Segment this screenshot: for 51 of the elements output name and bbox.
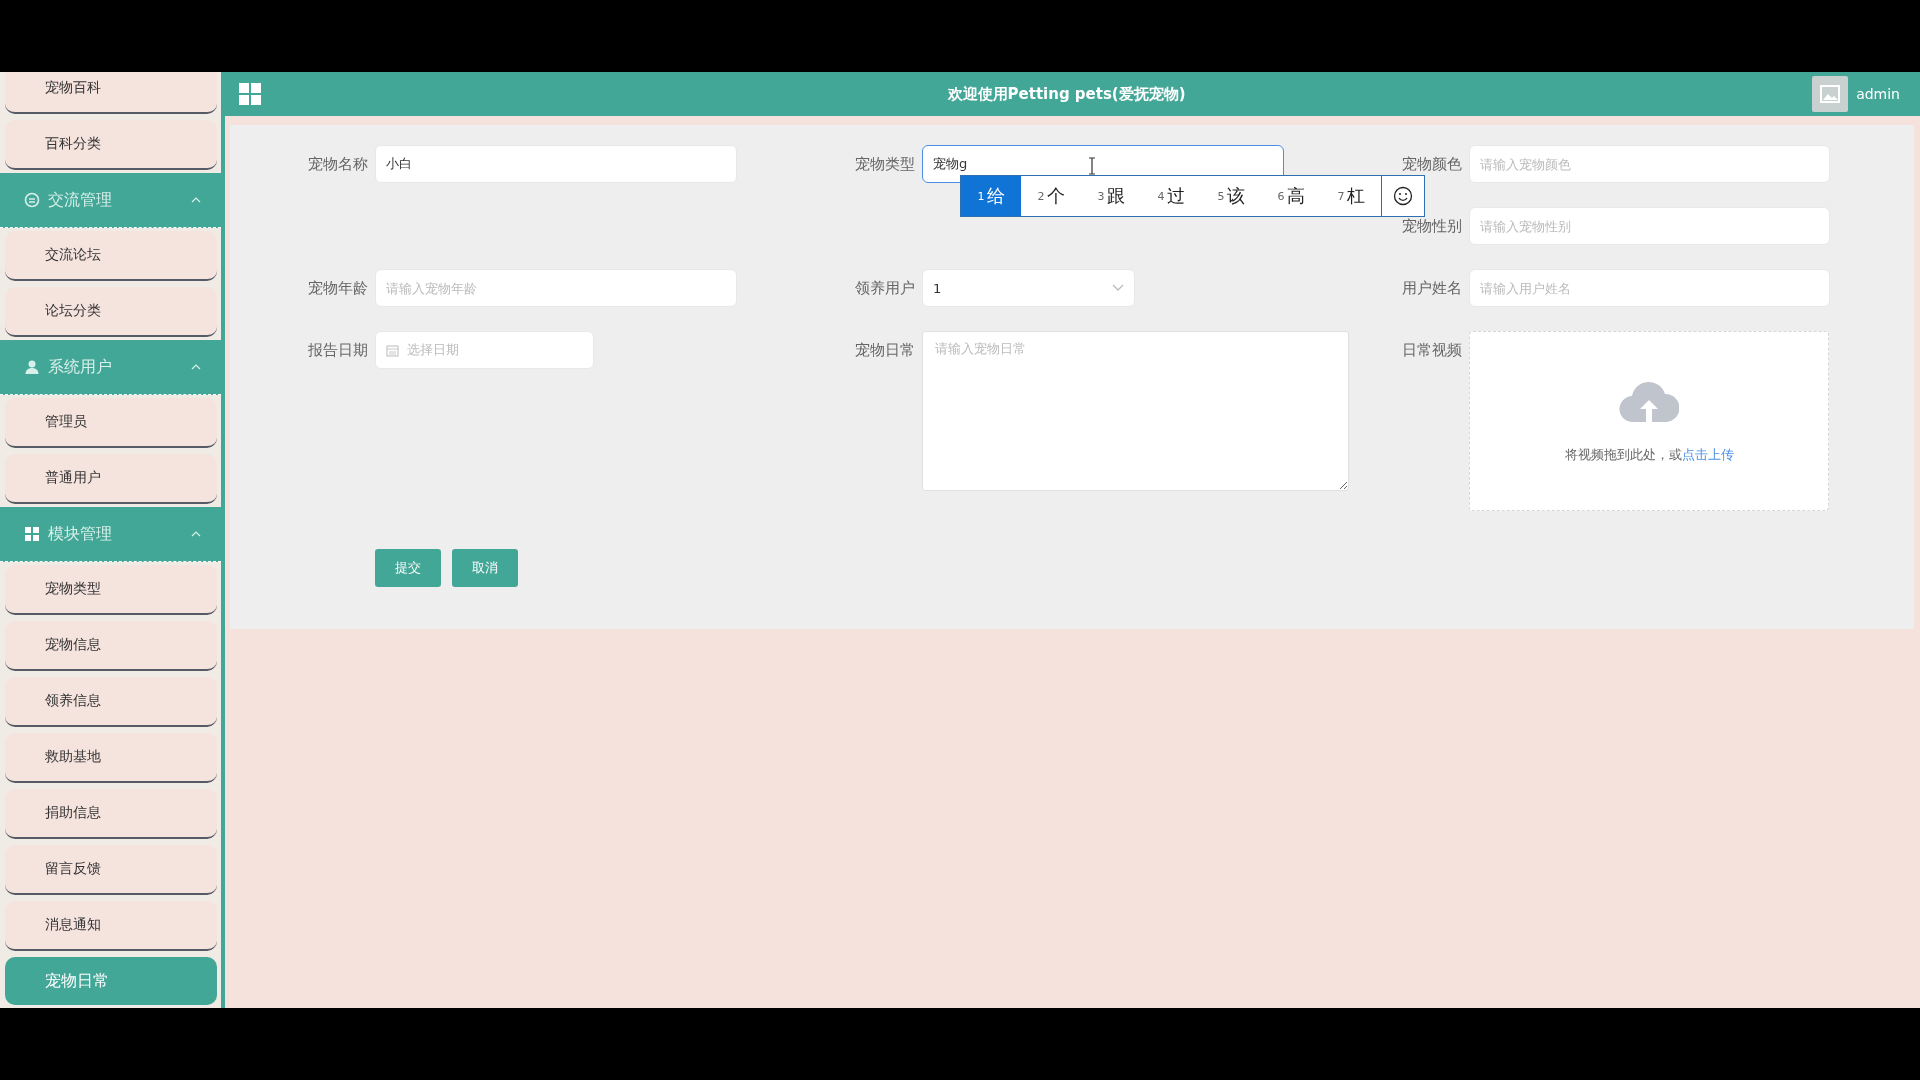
- sidebar-item[interactable]: 管理员: [5, 398, 217, 448]
- sidebar-item[interactable]: 消息通知: [5, 901, 217, 951]
- textarea-field[interactable]: 请输入宠物日常: [922, 331, 1349, 491]
- sidebar-item[interactable]: 宠物百科: [5, 72, 217, 114]
- chevron-up-icon: [191, 197, 201, 203]
- sidebar-item[interactable]: 宠物类型: [5, 565, 217, 615]
- smiley-icon: [1393, 186, 1413, 206]
- sidebar-item[interactable]: 领养信息: [5, 677, 217, 727]
- select-field[interactable]: 1: [922, 269, 1135, 307]
- user-name: admin: [1856, 86, 1900, 102]
- upload-area[interactable]: 将视频拖到此处，或点击上传: [1469, 331, 1829, 511]
- group-label: 交流管理: [48, 189, 113, 211]
- field-label: 宠物日常: [854, 340, 915, 361]
- group-label: 系统用户: [48, 356, 113, 378]
- user-icon: [24, 359, 40, 375]
- field-label: 日常视频: [1401, 340, 1462, 361]
- sidebar-item[interactable]: 宠物信息: [5, 621, 217, 671]
- chevron-down-icon: [1112, 284, 1124, 292]
- text-field[interactable]: 小白: [375, 145, 737, 183]
- upload-hint: 将视频拖到此处，或点击上传: [1564, 446, 1734, 464]
- sidebar-item[interactable]: 捐助信息: [5, 789, 217, 839]
- sidebar-item[interactable]: 救助基地: [5, 733, 217, 783]
- sidebar-item[interactable]: 百科分类: [5, 120, 217, 170]
- text-cursor-icon: [1087, 157, 1097, 175]
- field-label: 宠物性别: [1401, 216, 1462, 237]
- chevron-up-icon: [191, 531, 201, 537]
- sidebar-item[interactable]: 留言反馈: [5, 845, 217, 895]
- sidebar-item[interactable]: 普通用户: [5, 454, 217, 504]
- field-label: 报告日期: [307, 340, 368, 361]
- text-field[interactable]: 请输入宠物颜色: [1469, 145, 1830, 183]
- grid-menu-icon[interactable]: [239, 83, 261, 105]
- upload-link[interactable]: 点击上传: [1681, 447, 1734, 462]
- grid-icon: [24, 526, 40, 542]
- field-label: 宠物颜色: [1401, 154, 1462, 175]
- ime-candidate[interactable]: 1 给: [961, 176, 1021, 216]
- calendar-icon: [386, 343, 399, 357]
- group-label: 模块管理: [48, 523, 113, 545]
- chevron-up-icon: [191, 364, 201, 370]
- text-field[interactable]: 请输入宠物年龄: [375, 269, 737, 307]
- chat-icon: [24, 192, 40, 208]
- text-field[interactable]: 请输入用户姓名: [1469, 269, 1830, 307]
- text-field[interactable]: 请输入宠物性别: [1469, 207, 1830, 245]
- field-label: 领养用户: [854, 278, 915, 299]
- field-label: 宠物类型: [854, 154, 915, 175]
- field-label: 用户姓名: [1401, 278, 1462, 299]
- field-label: 宠物名称: [307, 154, 368, 175]
- sidebar-item[interactable]: 论坛分类: [5, 287, 217, 337]
- sidebar-item[interactable]: 交流论坛: [5, 231, 217, 281]
- avatar-image-icon[interactable]: [1812, 76, 1849, 112]
- page-title: 欢迎使用Petting pets(爱抚宠物): [946, 84, 1187, 104]
- field-label: 宠物年龄: [307, 278, 368, 299]
